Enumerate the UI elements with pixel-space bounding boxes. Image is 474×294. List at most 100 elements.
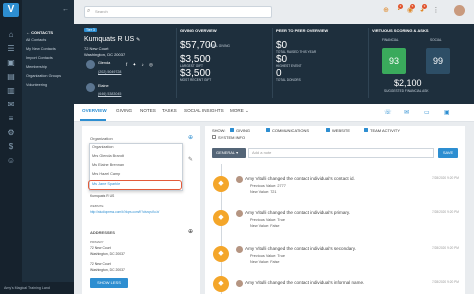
tab-giving[interactable]: GIVING bbox=[116, 108, 132, 113]
save-button[interactable]: SAVE bbox=[438, 148, 458, 158]
dropdown-option[interactable]: Mrs Glenda Brandt bbox=[92, 154, 124, 158]
team-activity-checkbox[interactable] bbox=[364, 128, 368, 132]
dropdown-option[interactable]: Ms Elaine Brennan bbox=[92, 163, 124, 167]
giving-filter-label: GIVING bbox=[236, 128, 251, 133]
timeline-event-text: Amy Vitulli changed the contact individu… bbox=[245, 176, 355, 181]
dropdown-option[interactable]: Mrs Hazel Camp bbox=[92, 172, 120, 176]
tasks-badge: 5 bbox=[410, 4, 415, 9]
plus-icon[interactable]: ⊕ bbox=[382, 6, 390, 15]
users-icon[interactable]: ☺ bbox=[6, 156, 16, 166]
mail-icon[interactable]: ✉ bbox=[6, 100, 16, 110]
suggested-ask-label: SUGGESTED FINANCIAL ASK bbox=[384, 89, 429, 93]
giving-checkbox[interactable] bbox=[230, 128, 234, 132]
timeline-previous-value: Previous Value: 2777 bbox=[250, 184, 286, 188]
timeline-event-icon: ◆ bbox=[213, 246, 229, 262]
active-tab-indicator bbox=[80, 119, 106, 121]
tab-overview[interactable]: OVERVIEW bbox=[82, 108, 107, 113]
timeline-previous-value: Previous Value: True bbox=[250, 254, 285, 258]
divider bbox=[368, 28, 369, 98]
show-less-button[interactable]: SHOW LESS bbox=[90, 278, 128, 288]
timeline-event-icon: ◆ bbox=[213, 276, 229, 292]
organization-label: Organization bbox=[90, 136, 113, 141]
financial-score[interactable]: 93 bbox=[382, 48, 406, 74]
system-info-checkbox[interactable] bbox=[212, 135, 216, 139]
organization-name: Kumquats R US bbox=[90, 194, 115, 198]
org-switcher[interactable]: Amy's Magical Training Land bbox=[0, 282, 74, 294]
chart-icon[interactable]: ▥ bbox=[6, 86, 16, 96]
note-category-select[interactable]: GENERAL ▾ bbox=[212, 148, 246, 158]
website-checkbox[interactable] bbox=[326, 128, 330, 132]
settings-icon[interactable]: ⚙ bbox=[6, 128, 16, 138]
gift-icon[interactable]: ▣ bbox=[6, 58, 16, 68]
user-avatar[interactable] bbox=[454, 5, 465, 16]
timeline-date: 7/28/2020 9:20 PM bbox=[432, 176, 459, 180]
recent-gift-label: MOST RECENT GIFT bbox=[180, 78, 212, 82]
calendar-icon[interactable]: ▤ bbox=[6, 72, 16, 82]
apps-icon[interactable]: ⋮ bbox=[432, 6, 440, 15]
search-input[interactable]: Search bbox=[84, 6, 272, 18]
addresses-label: ADDRESSES bbox=[90, 230, 115, 235]
relation-phone[interactable]: (202) 5049728 bbox=[98, 70, 121, 74]
address-line-3: 72 New Court bbox=[90, 262, 111, 266]
social-score[interactable]: 99 bbox=[426, 48, 450, 74]
avatar bbox=[236, 246, 243, 253]
divider bbox=[176, 28, 177, 98]
timeline-event-icon: ◆ bbox=[213, 210, 229, 226]
contacts-icon[interactable]: ☰ bbox=[6, 44, 16, 54]
social-label: SOCIAL bbox=[430, 38, 442, 42]
tab-more[interactable]: MORE ⌄ bbox=[230, 108, 249, 114]
nav-item-membership[interactable]: Membership bbox=[26, 65, 47, 69]
nav-item-my-new-contacts[interactable]: My New Contacts bbox=[26, 47, 56, 51]
contact-address-1: 72 New Court bbox=[84, 46, 109, 51]
relation-name[interactable]: Glenda bbox=[98, 61, 110, 65]
nav-item-import-contacts[interactable]: Import Contacts bbox=[26, 56, 53, 60]
collapse-icon[interactable]: ← bbox=[62, 6, 69, 13]
relation-avatar[interactable] bbox=[86, 83, 95, 92]
giving-overview-title: GIVING OVERVIEW bbox=[180, 28, 217, 33]
relation-avatar[interactable] bbox=[86, 60, 95, 69]
timeline-date: 7/28/2020 9:20 PM bbox=[432, 280, 459, 284]
contact-name: Kumquats R US ✎ bbox=[84, 36, 141, 43]
scoring-title: VIRTUOUS SCORING & ASKS bbox=[372, 28, 429, 33]
tab-notes[interactable]: NOTES bbox=[140, 108, 156, 113]
timeline-new-value: New Value: 721 bbox=[250, 190, 277, 194]
note-input[interactable]: Add a note bbox=[248, 148, 434, 158]
timeline-event-text: Amy Vitulli changed the contact individu… bbox=[245, 280, 365, 285]
communications-checkbox[interactable] bbox=[266, 128, 270, 132]
dropdown-option[interactable]: Organization bbox=[92, 145, 114, 149]
tab-tasks[interactable]: TASKS bbox=[162, 108, 177, 113]
search-icon: ⌕ bbox=[87, 8, 91, 14]
tab-bar bbox=[74, 104, 474, 122]
show-label: SHOW: bbox=[212, 128, 226, 133]
timeline-event-text: Amy Vitulli changed the contact individu… bbox=[245, 246, 357, 251]
app-logo[interactable]: V bbox=[3, 3, 19, 17]
financial-label: FINANCIAL bbox=[382, 38, 399, 42]
home-icon[interactable]: ⌂ bbox=[6, 30, 16, 40]
nav-item-organization-groups[interactable]: Organization Groups bbox=[26, 74, 61, 78]
website-filter-label: WEBSITE bbox=[332, 128, 351, 133]
relation-phone[interactable]: (646) 5383045 bbox=[98, 92, 121, 96]
add-relation-icon[interactable]: ⊕ bbox=[188, 134, 193, 141]
team-activity-filter-label: TEAM ACTIVITY bbox=[370, 128, 401, 133]
website-link[interactable]: http://studiopress.com/k?dqrs.com/f/?cls… bbox=[90, 210, 196, 214]
task-icon[interactable]: ▭ bbox=[424, 109, 430, 116]
contacts-nav bbox=[22, 0, 74, 294]
avatar bbox=[236, 176, 243, 183]
tab-social-insights[interactable]: SOCIAL INSIGHTS bbox=[184, 108, 224, 113]
timeline-date: 7/28/2020 9:20 PM bbox=[432, 246, 459, 250]
tier-tag: Tier 3 bbox=[84, 28, 97, 32]
notification-badge: 2 bbox=[398, 4, 403, 9]
list-icon[interactable]: ≡ bbox=[6, 114, 16, 124]
phone-icon[interactable]: ☏ bbox=[384, 109, 392, 116]
social-icons[interactable]: f ✦ ♪ ◎ bbox=[126, 62, 155, 68]
edit-icon[interactable]: ✎ bbox=[188, 156, 193, 163]
relation-name[interactable]: Elaine bbox=[98, 84, 109, 88]
nav-item-volunteering[interactable]: Volunteering bbox=[26, 83, 47, 87]
dollar-icon[interactable]: $ bbox=[6, 142, 16, 152]
add-address-icon[interactable]: ⊕ bbox=[188, 228, 193, 235]
email-icon[interactable]: ✉ bbox=[404, 109, 409, 116]
gift-entry-icon[interactable]: ▣ bbox=[444, 109, 450, 116]
nav-item-all-contacts[interactable]: All Contacts bbox=[26, 38, 46, 42]
timeline-new-value: New Value: False bbox=[250, 224, 280, 228]
edit-icon[interactable]: ✎ bbox=[136, 37, 140, 43]
